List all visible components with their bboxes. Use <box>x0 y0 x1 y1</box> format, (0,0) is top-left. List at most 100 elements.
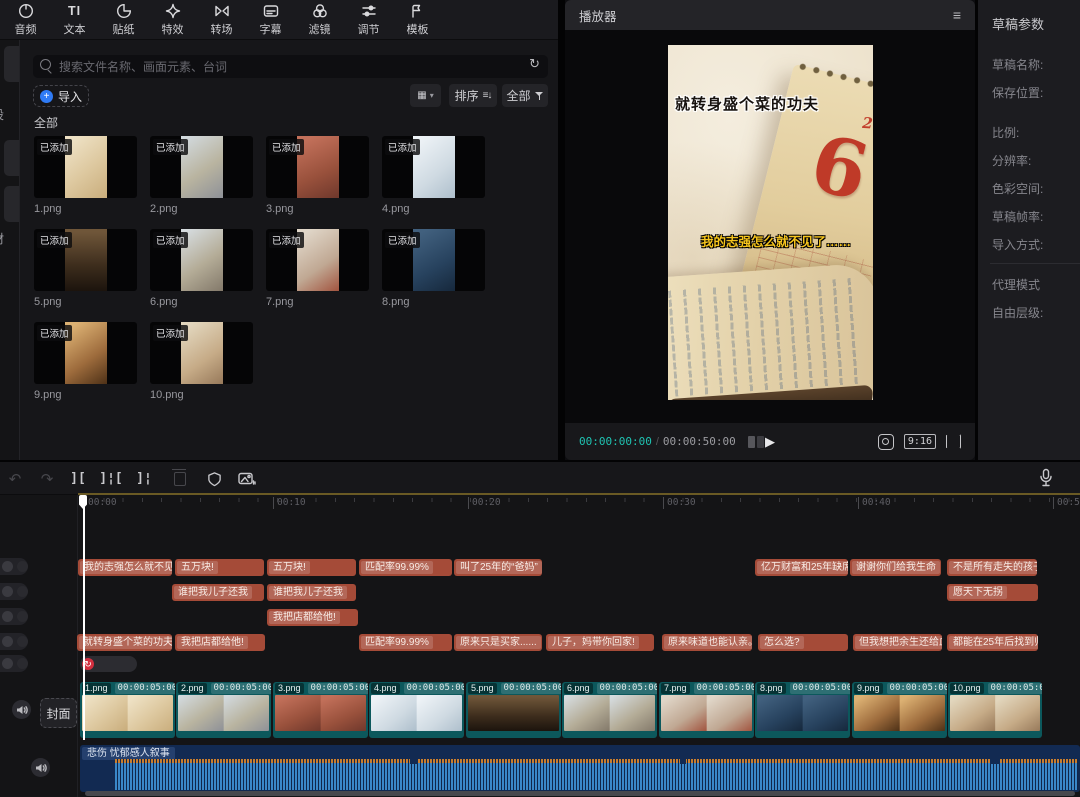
track-toggle-icon[interactable] <box>2 611 13 622</box>
video-clip[interactable]: 2.png00:00:05:00 <box>176 682 271 738</box>
track-toggle-icon[interactable] <box>2 561 13 572</box>
text-clip[interactable]: 谁把我儿子还我 <box>267 584 356 601</box>
tab-transitions[interactable]: 转场 <box>197 0 246 39</box>
text-clip[interactable]: 我把店都给他! <box>267 609 358 626</box>
timeline-ruler[interactable] <box>78 495 1080 512</box>
track-toggle-icon[interactable] <box>17 611 28 622</box>
refresh-icon[interactable]: ↻ <box>529 56 540 72</box>
preview-subtitle-text[interactable]: 我的志强怎么就不见了…… <box>701 231 851 250</box>
track-toggle-icon[interactable] <box>17 586 28 597</box>
media-item[interactable]: 已添加 2.png <box>150 136 253 215</box>
audio-clip[interactable]: 悲伤 忧郁感人叙事 <box>80 745 1080 792</box>
rail-tile[interactable] <box>4 140 20 176</box>
mask-shield-icon[interactable] <box>202 469 226 488</box>
tab-filters[interactable]: 滤镜 <box>295 0 344 39</box>
redo-icon[interactable]: ↷ <box>36 469 58 488</box>
player-menu-icon[interactable]: ≡ <box>953 7 961 23</box>
split-keep-left-icon[interactable]: ]¦[ <box>99 469 123 488</box>
text-clip[interactable]: 怎么选? <box>758 634 848 651</box>
text-clip[interactable]: 不是所有走失的孩子 <box>947 559 1037 576</box>
text-clip[interactable]: 原来味道也能认亲。 <box>662 634 752 651</box>
text-clip[interactable]: 亿万财富和25年缺席的 <box>755 559 848 576</box>
track-toggle-icon[interactable] <box>2 636 13 647</box>
track-toggle-icon[interactable] <box>2 586 13 597</box>
total-duration: 00:00:50:00 <box>663 435 736 448</box>
image-audio-icon[interactable] <box>234 469 260 488</box>
video-clip[interactable]: 8.png00:00:05:00 <box>755 682 850 738</box>
split-keep-right-icon[interactable]: ]¦ <box>132 469 156 488</box>
media-item[interactable]: 已添加 8.png <box>382 229 485 308</box>
video-clip[interactable]: 9.png00:00:05:00 <box>852 682 947 738</box>
tab-sticker[interactable]: 贴纸 <box>99 0 148 39</box>
video-preview[interactable]: 2022 6 就转身盛个菜的功夫 我的志强怎么就不见了…… <box>668 45 873 400</box>
audio-track-mute-icon[interactable] <box>31 758 50 777</box>
effect-clip[interactable]: ↻ <box>80 656 137 672</box>
aspect-ratio-button[interactable]: 9:16 <box>904 434 936 449</box>
undo-icon[interactable]: ↶ <box>4 469 26 488</box>
video-clip[interactable]: 1.png00:00:05:00 <box>80 682 175 738</box>
split-icon[interactable]: ][ <box>66 469 90 488</box>
rail-tile[interactable] <box>4 46 20 82</box>
media-item[interactable]: 已添加 10.png <box>150 322 253 401</box>
text-clip[interactable]: 但我想把余生还给血缘 <box>853 634 942 651</box>
video-clip[interactable]: 5.png00:00:05:00 <box>466 682 561 738</box>
track-toggle-icon[interactable] <box>17 658 28 669</box>
added-badge: 已添加 <box>269 232 304 248</box>
rail-partial-label: 设 <box>0 106 12 123</box>
delete-icon[interactable] <box>168 469 192 488</box>
text-clip[interactable]: 叫了25年的“爸妈” <box>454 559 542 576</box>
track-toggle-icon[interactable] <box>2 658 13 669</box>
preview-quality-icon[interactable] <box>748 436 764 448</box>
fullscreen-icon[interactable] <box>946 434 961 449</box>
tab-adjust[interactable]: 调节 <box>344 0 393 39</box>
microphone-icon[interactable] <box>1038 468 1054 493</box>
horizontal-scrollbar[interactable] <box>85 791 1075 796</box>
cover-button[interactable]: 封面 <box>40 698 77 728</box>
text-clip[interactable]: 五万块! <box>175 559 264 576</box>
media-item[interactable]: 已添加 9.png <box>34 322 137 401</box>
tab-text[interactable]: TI 文本 <box>50 0 99 39</box>
video-clip[interactable]: 10.png00:00:05:00 <box>948 682 1042 738</box>
view-mode-button[interactable]: ▦ ▾ <box>410 84 441 107</box>
media-item[interactable]: 已添加 3.png <box>266 136 369 215</box>
text-clip[interactable]: 就转身盛个菜的功夫 <box>77 634 172 651</box>
video-clip[interactable]: 3.png00:00:05:00 <box>273 682 368 738</box>
filter-all-button[interactable]: 全部 <box>502 84 548 107</box>
play-button[interactable]: ▶ <box>765 434 775 450</box>
search-input[interactable] <box>33 55 548 78</box>
text-clip[interactable]: 都能在25年后找到归途 <box>947 634 1038 651</box>
text-clip[interactable]: 儿子，妈带你回家! <box>546 634 654 651</box>
sort-button[interactable]: 排序 ≡↓ <box>449 84 497 107</box>
media-item[interactable]: 已添加 4.png <box>382 136 485 215</box>
tab-captions[interactable]: 字幕 <box>246 0 295 39</box>
import-button[interactable]: + 导入 <box>33 85 89 107</box>
media-item[interactable]: 已添加 1.png <box>34 136 137 215</box>
text-clip[interactable]: 原来只是买家...... <box>454 634 542 651</box>
video-clip[interactable]: 6.png00:00:05:00 <box>562 682 657 738</box>
preview-title-text[interactable]: 就转身盛个菜的功夫 <box>675 93 819 114</box>
media-item[interactable]: 已添加 5.png <box>34 229 137 308</box>
text-clip[interactable]: 五万块! <box>267 559 356 576</box>
media-filename: 10.png <box>150 389 253 401</box>
added-badge: 已添加 <box>153 139 188 155</box>
tab-effects[interactable]: 特效 <box>148 0 197 39</box>
text-clip[interactable]: 我的志强怎么就不见了... <box>78 559 172 576</box>
tab-audio[interactable]: 音频 <box>1 0 50 39</box>
rail-tile[interactable] <box>4 186 20 222</box>
text-clip[interactable]: 匹配率99.99% <box>359 559 452 576</box>
text-clip[interactable]: 愿天下无拐 <box>947 584 1038 601</box>
text-clip[interactable]: 谢谢你们给我生命 <box>850 559 941 576</box>
media-item[interactable]: 已添加 7.png <box>266 229 369 308</box>
video-track-mute-icon[interactable] <box>12 700 31 719</box>
track-toggle-icon[interactable] <box>17 561 28 572</box>
effects-star-icon <box>165 3 181 19</box>
media-item[interactable]: 已添加 6.png <box>150 229 253 308</box>
text-clip[interactable]: 我把店都给他! <box>175 634 265 651</box>
text-clip[interactable]: 谁把我儿子还我 <box>172 584 264 601</box>
tab-templates[interactable]: 模板 <box>393 0 442 39</box>
preview-focus-icon[interactable] <box>878 434 894 450</box>
text-clip[interactable]: 匹配率99.99% <box>359 634 452 651</box>
video-clip[interactable]: 4.png00:00:05:00 <box>369 682 464 738</box>
video-clip[interactable]: 7.png00:00:05:00 <box>659 682 754 738</box>
track-toggle-icon[interactable] <box>17 636 28 647</box>
